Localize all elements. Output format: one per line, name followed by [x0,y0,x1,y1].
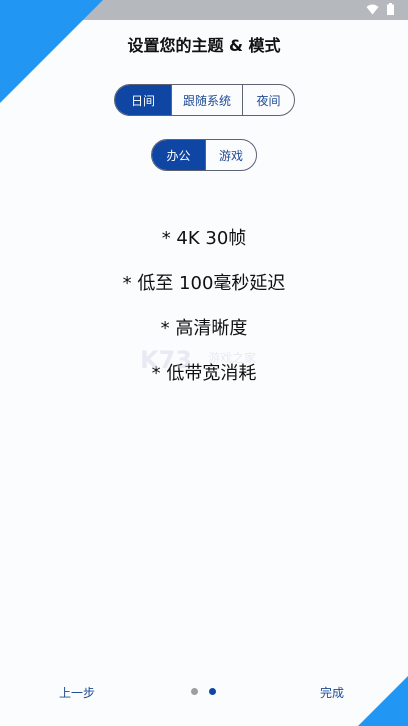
theme-option-system[interactable]: 跟随系统 [171,85,242,115]
status-icons [366,3,394,15]
battery-icon [387,3,394,15]
page-title: 设置您的主题 & 模式 [127,36,281,55]
page-indicator [191,688,216,695]
wifi-icon [366,4,379,14]
previous-button[interactable]: 上一步 [59,684,95,701]
theme-segmented-control: 日间 跟随系统 夜间 [114,84,295,116]
feature-item: * 4K 30帧 [161,228,247,249]
page-dot-active[interactable] [209,688,216,695]
theme-option-day[interactable]: 日间 [115,85,171,115]
mode-segmented-control: 办公 游戏 [151,139,257,171]
mode-option-office[interactable]: 办公 [152,140,205,170]
svg-text:游戏之家: 游戏之家 [208,350,256,365]
done-button[interactable]: 完成 [320,684,344,701]
svg-text:K73: K73 [140,346,192,374]
corner-decoration-bottom-right [358,676,408,726]
feature-list: * 4K 30帧 * 低至 100毫秒延迟 * 高清晰度 * 低带宽消耗 [0,224,408,404]
feature-item: * 低至 100毫秒延迟 [122,273,286,294]
page-dot[interactable] [191,688,198,695]
mode-option-gaming[interactable]: 游戏 [205,140,256,170]
watermark-logo: K73 游戏之家 [140,346,256,374]
theme-option-night[interactable]: 夜间 [242,85,294,115]
